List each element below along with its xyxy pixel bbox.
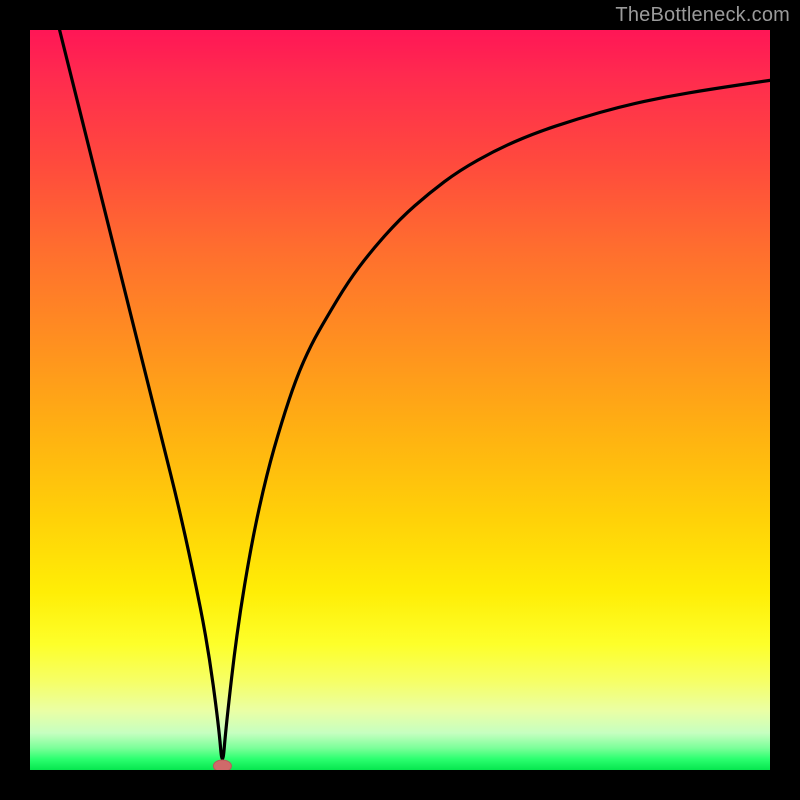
plot-area: [30, 30, 770, 770]
watermark: TheBottleneck.com: [615, 4, 790, 27]
chart-viewport: TheBottleneck.com: [0, 0, 800, 800]
bottleneck-curve: [60, 30, 770, 759]
minimum-marker: [213, 760, 231, 770]
curve-layer: [30, 30, 770, 770]
